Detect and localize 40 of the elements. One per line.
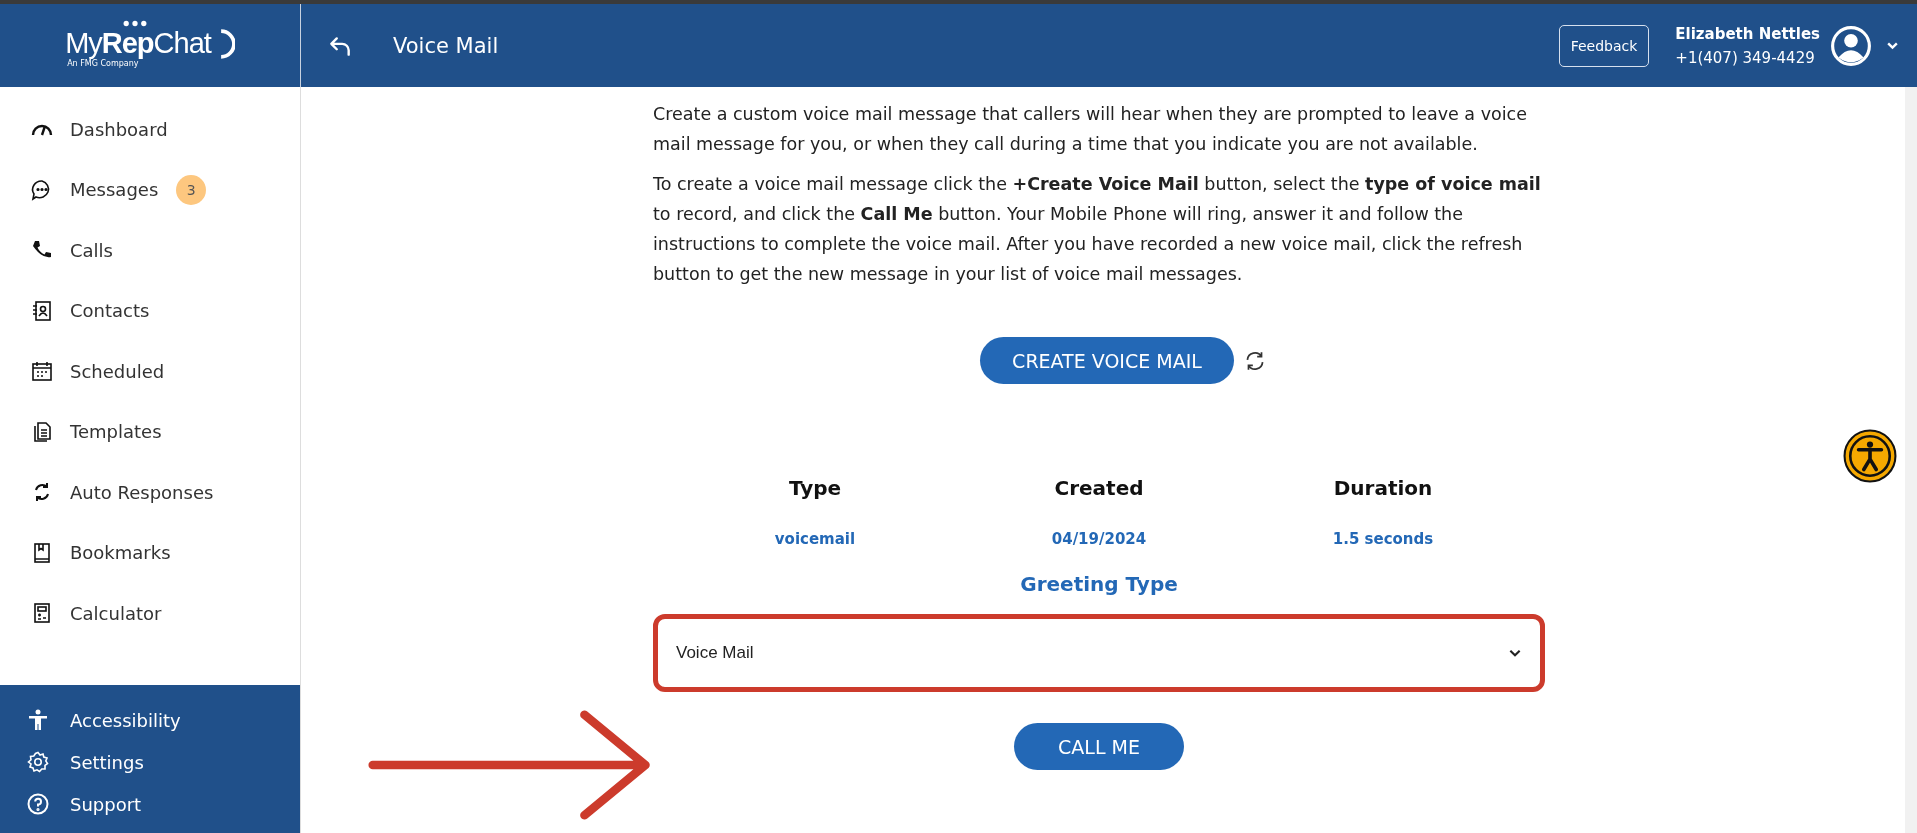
- unread-badge: 3: [176, 174, 207, 205]
- user-phone: +1(407) 349-4429: [1675, 48, 1816, 67]
- user-name: Elizabeth Nettles: [1675, 24, 1820, 43]
- column-header: Type: [788, 476, 842, 500]
- call-me-button[interactable]: CALL ME: [1014, 723, 1184, 770]
- avatar-icon[interactable]: [1830, 24, 1872, 67]
- table-cell: 04/19/2024: [1051, 530, 1147, 548]
- nav-item[interactable]: Calls: [0, 220, 300, 281]
- feedback-button[interactable]: Feedback: [1558, 24, 1650, 67]
- nav-item[interactable]: Auto Responses: [0, 462, 300, 523]
- accessibility-icon[interactable]: [1843, 429, 1897, 483]
- nav-item[interactable]: Messages 3: [0, 159, 300, 220]
- table-cell: 1.5 seconds: [1332, 530, 1434, 548]
- scrollbar[interactable]: [1905, 87, 1917, 833]
- chevron-down-icon: [1508, 648, 1522, 658]
- contact-card-icon: [30, 298, 54, 323]
- person-icon: [26, 708, 50, 732]
- greeting-type-select[interactable]: Voice Mail: [653, 614, 1545, 692]
- logo: MyRepChat An FMG Company: [65, 18, 235, 73]
- nav-item[interactable]: Dashboard: [0, 99, 300, 160]
- table-cell: voicemail: [774, 530, 856, 548]
- calendar-icon: [30, 359, 54, 384]
- greeting-type-label: Greeting Type: [1019, 572, 1179, 596]
- nav-item[interactable]: Bookmarks: [0, 522, 300, 583]
- page-title: Voice Mail: [393, 33, 499, 58]
- settings-icon: [26, 750, 50, 774]
- intro-paragraph: To create a voice mail message click the +Create Voice Mail button, select the type of voice mail to record, and click the Call Me button. Your Mobile Phone will ring, answer it and follow the instructions to complete the voice mail. After you have recorded a new voice mail, click the refresh button to get the new message in your list of voice mail messages.: [653, 173, 1542, 286]
- footer-nav-item[interactable]: Support: [0, 783, 300, 825]
- nav-item[interactable]: Scheduled: [0, 341, 300, 402]
- column-header: Duration: [1333, 476, 1433, 500]
- column-header: Created: [1054, 476, 1144, 500]
- nav-item[interactable]: Contacts: [0, 280, 300, 341]
- create-voice-mail-button[interactable]: CREATE VOICE MAIL: [980, 337, 1234, 384]
- intro-paragraph: Create a custom voice mail message that callers will hear when they are prompted to leave a voice mail message for you, or when they call during a time that you indicate you are not available.: [653, 103, 1528, 156]
- footer-nav-item[interactable]: Accessibility: [0, 699, 300, 741]
- nav-item[interactable]: Templates: [0, 401, 300, 462]
- help-icon: [26, 792, 50, 816]
- caret-icon[interactable]: [1886, 41, 1899, 50]
- footer-nav-item[interactable]: Settings: [0, 741, 300, 783]
- nav-item[interactable]: Calculator: [0, 583, 300, 644]
